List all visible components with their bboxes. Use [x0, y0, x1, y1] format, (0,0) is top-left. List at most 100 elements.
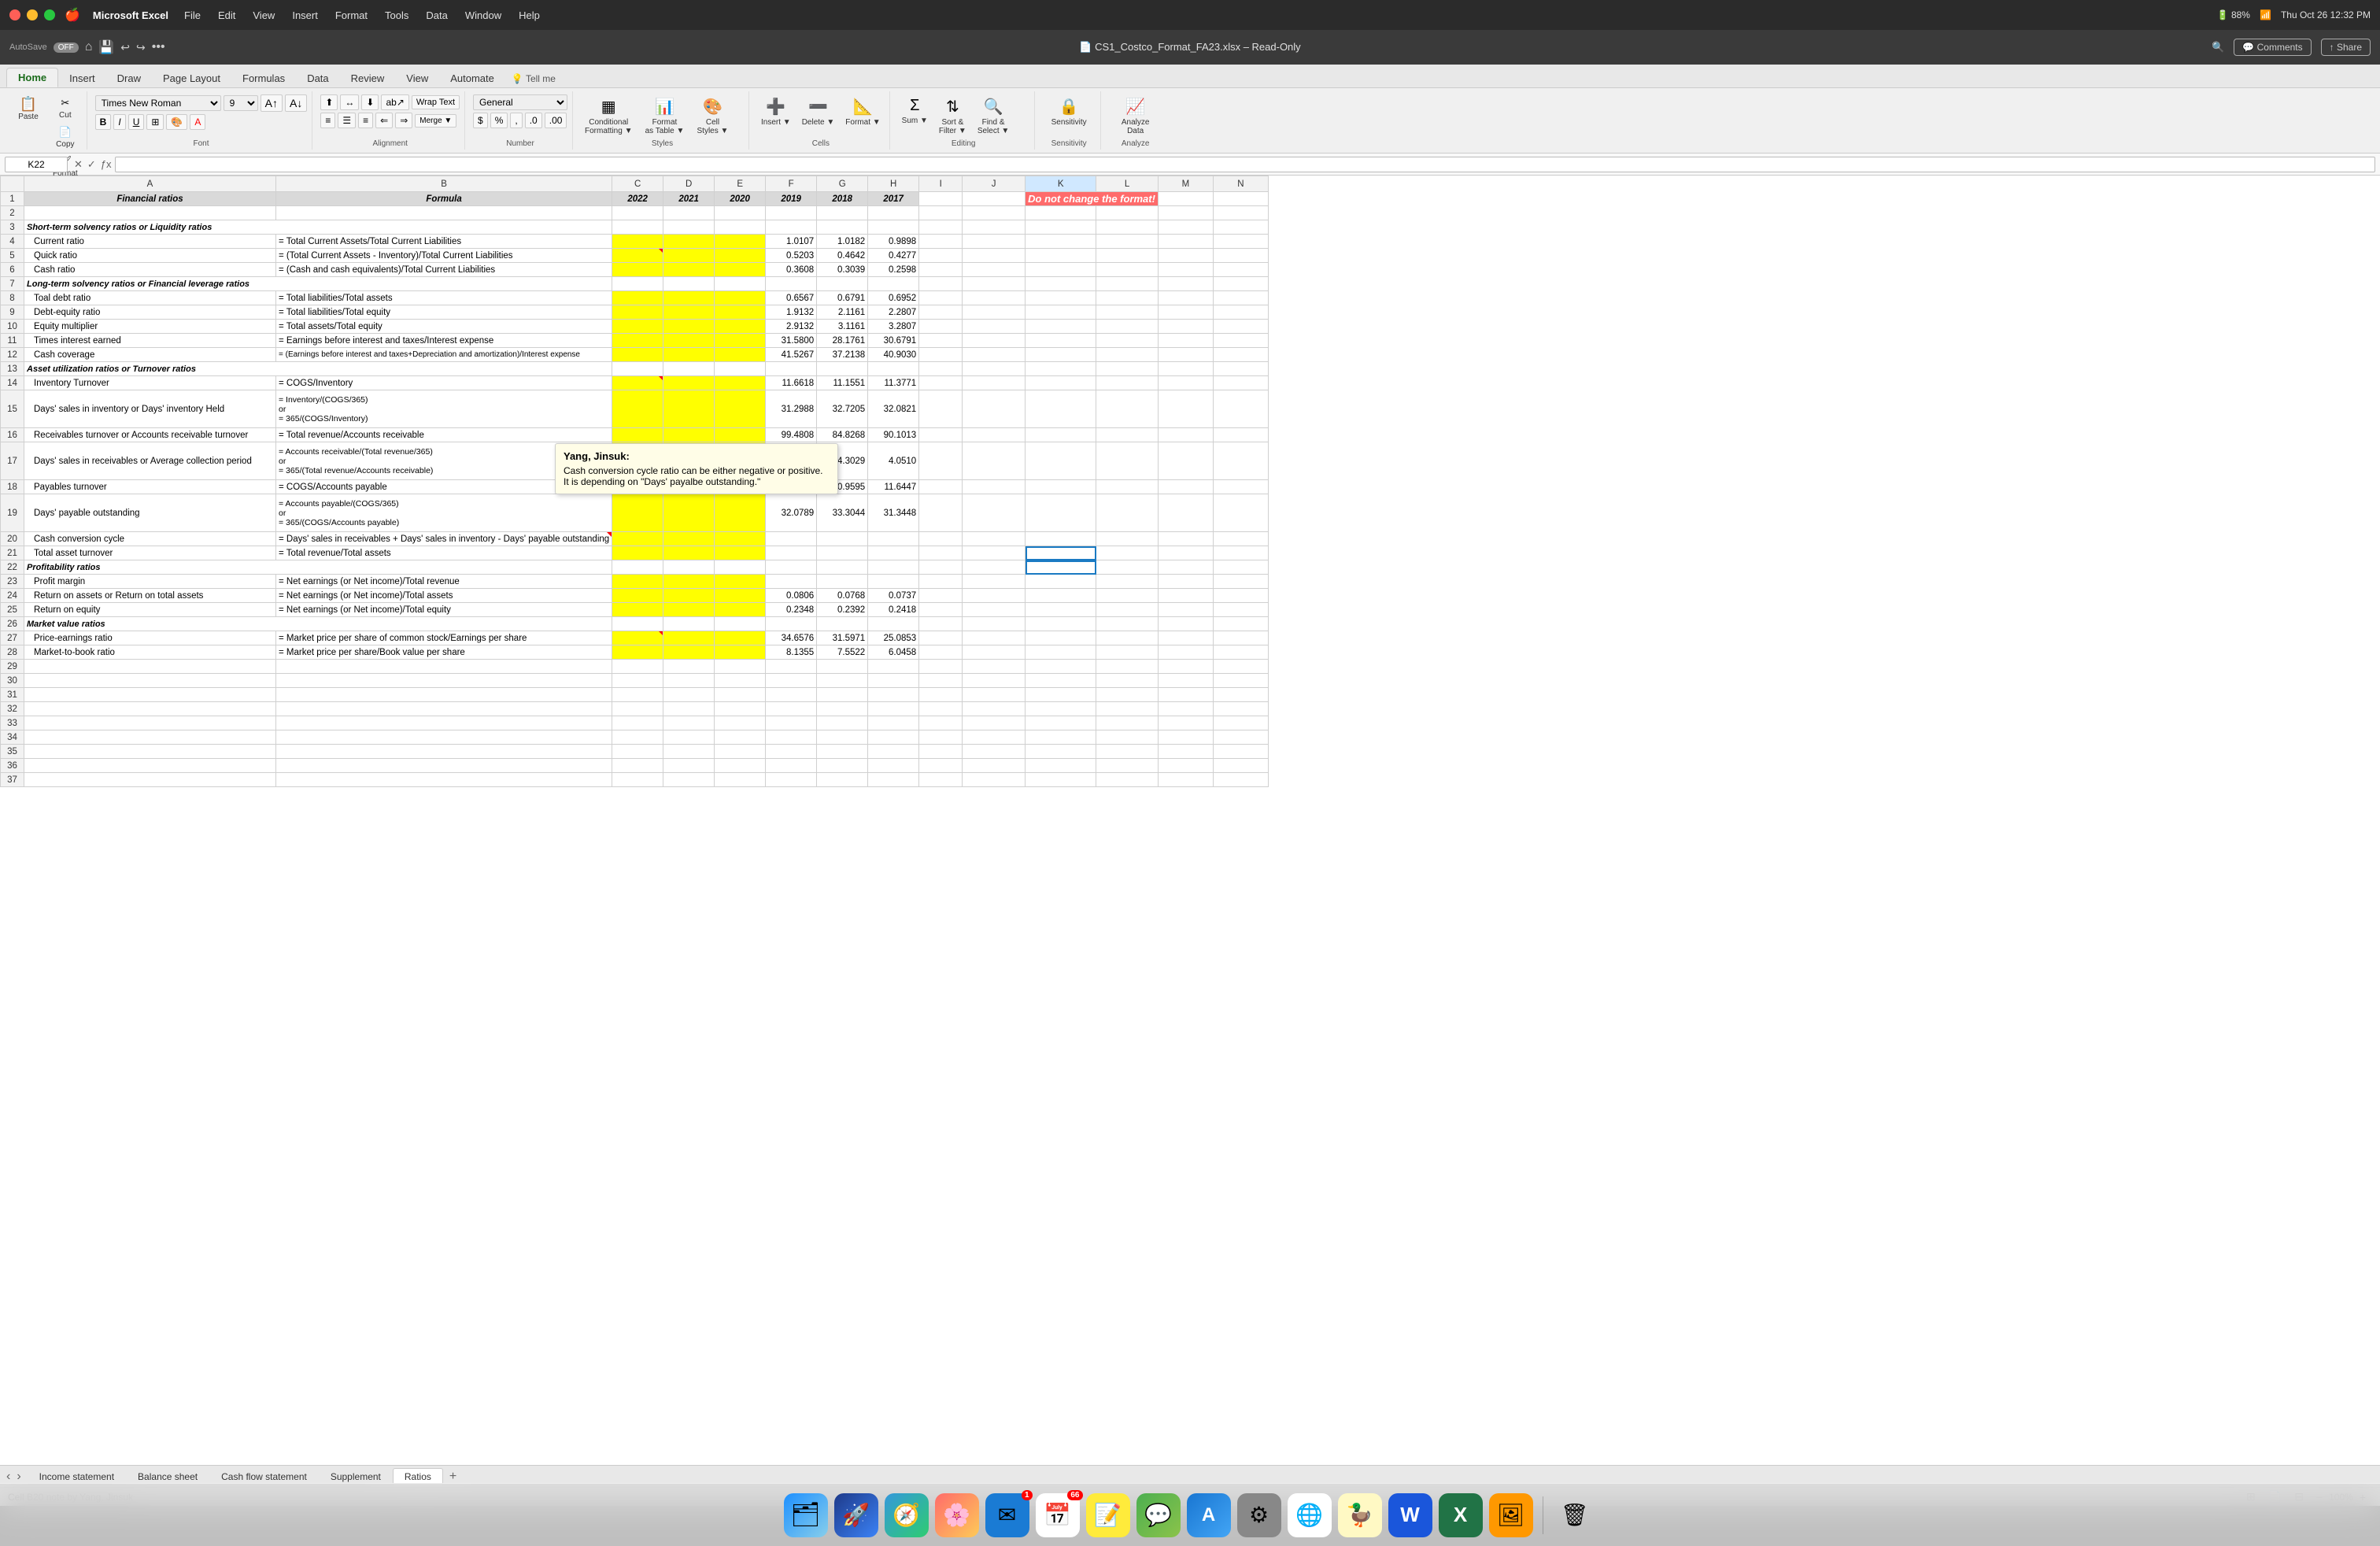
cell-i1[interactable] — [919, 192, 963, 206]
cell-a5[interactable]: Quick ratio — [24, 249, 276, 263]
cell-n1[interactable] — [1213, 192, 1268, 206]
cell-j14[interactable] — [963, 376, 1026, 390]
cell-e9[interactable] — [715, 305, 766, 320]
cell-k4[interactable] — [1026, 235, 1096, 249]
cell-j6[interactable] — [963, 263, 1026, 277]
cell-i4[interactable] — [919, 235, 963, 249]
cell-e20[interactable] — [715, 532, 766, 546]
increase-indent-button[interactable]: ⇒ — [395, 113, 412, 128]
dock-calendar[interactable]: 📅 66 — [1036, 1493, 1080, 1537]
cell-j10[interactable] — [963, 320, 1026, 334]
cell-m12[interactable] — [1158, 348, 1213, 362]
cell-k22[interactable] — [1026, 546, 1096, 560]
menu-format[interactable]: Format — [332, 8, 371, 23]
cell-i6[interactable] — [919, 263, 963, 277]
tab-view[interactable]: View — [395, 69, 439, 87]
cell-i17[interactable] — [919, 442, 963, 480]
cell-l11[interactable] — [1096, 334, 1159, 348]
cell-d22[interactable] — [663, 560, 715, 575]
cell-e21[interactable] — [715, 546, 766, 560]
cell-e1[interactable]: 2020 — [715, 192, 766, 206]
cell-a7[interactable]: Long-term solvency ratios or Financial l… — [24, 277, 612, 291]
cell-f3[interactable] — [766, 220, 817, 235]
cell-n9[interactable] — [1213, 305, 1268, 320]
cell-j27[interactable] — [963, 631, 1026, 645]
cell-e15[interactable] — [715, 390, 766, 428]
cell-b11[interactable]: = Earnings before interest and taxes/Int… — [276, 334, 612, 348]
more-icon[interactable]: ••• — [152, 40, 165, 54]
cell-b10[interactable]: = Total assets/Total equity — [276, 320, 612, 334]
cell-i18[interactable] — [919, 480, 963, 494]
cell-m8[interactable] — [1158, 291, 1213, 305]
cell-g7[interactable] — [817, 277, 868, 291]
fill-color-button[interactable]: 🎨 — [166, 114, 187, 130]
cell-k3[interactable] — [1026, 220, 1096, 235]
col-header-i[interactable]: I — [919, 176, 963, 192]
cell-i8[interactable] — [919, 291, 963, 305]
cell-m5[interactable] — [1158, 249, 1213, 263]
cell-k24[interactable] — [1026, 589, 1096, 603]
cell-i7[interactable] — [919, 277, 963, 291]
cell-c26[interactable] — [612, 617, 663, 631]
cell-m21[interactable] — [1158, 546, 1213, 560]
sensitivity-button[interactable]: 🔒 Sensitivity — [1048, 94, 1091, 129]
cell-b23[interactable]: = Net earnings (or Net income)/Total rev… — [276, 575, 612, 589]
cell-c19[interactable] — [612, 494, 663, 532]
font-size-select[interactable]: 9 — [224, 95, 258, 111]
cell-f12[interactable]: 41.5267 — [766, 348, 817, 362]
cell-d21[interactable] — [663, 546, 715, 560]
dock-system-prefs[interactable]: ⚙ — [1237, 1493, 1281, 1537]
cell-j17[interactable] — [963, 442, 1026, 480]
cell-j5[interactable] — [963, 249, 1026, 263]
cell-d26[interactable] — [663, 617, 715, 631]
cell-n19[interactable] — [1213, 494, 1268, 532]
currency-button[interactable]: $ — [473, 113, 488, 128]
cell-n21[interactable] — [1213, 546, 1268, 560]
col-header-h[interactable]: H — [868, 176, 919, 192]
cell-m28[interactable] — [1158, 645, 1213, 660]
cell-n10[interactable] — [1213, 320, 1268, 334]
cell-i20[interactable] — [919, 532, 963, 546]
cell-f8[interactable]: 0.6567 — [766, 291, 817, 305]
apple-icon[interactable]: 🍎 — [65, 7, 80, 23]
paste-button[interactable]: 📋 Paste — [11, 94, 46, 124]
cell-g1[interactable]: 2018 — [817, 192, 868, 206]
cell-k6[interactable] — [1026, 263, 1096, 277]
cell-j25[interactable] — [963, 603, 1026, 617]
cell-d20[interactable] — [663, 532, 715, 546]
cell-g20[interactable] — [817, 532, 868, 546]
cell-i2[interactable] — [919, 206, 963, 220]
cell-a28[interactable]: Market-to-book ratio — [24, 645, 276, 660]
cell-m7[interactable] — [1158, 277, 1213, 291]
col-header-l[interactable]: L — [1096, 176, 1159, 192]
cell-e10[interactable] — [715, 320, 766, 334]
cell-n12[interactable] — [1213, 348, 1268, 362]
cell-f1[interactable]: 2019 — [766, 192, 817, 206]
tab-page-layout[interactable]: Page Layout — [152, 69, 231, 87]
dock-word[interactable]: W — [1388, 1493, 1432, 1537]
cell-d3[interactable] — [663, 220, 715, 235]
cell-a3[interactable]: Short-term solvency ratios or Liquidity … — [24, 220, 612, 235]
decrease-font-button[interactable]: A↓ — [285, 94, 307, 112]
dock-appstore[interactable]: A — [1187, 1493, 1231, 1537]
cell-m9[interactable] — [1158, 305, 1213, 320]
cell-n17[interactable] — [1213, 442, 1268, 480]
cell-i28[interactable] — [919, 645, 963, 660]
cell-l4[interactable] — [1096, 235, 1159, 249]
minimize-button[interactable] — [27, 9, 38, 20]
cell-styles-button[interactable]: 🎨 CellStyles ▼ — [693, 94, 732, 138]
cell-l27[interactable] — [1096, 631, 1159, 645]
cell-i12[interactable] — [919, 348, 963, 362]
cell-l10[interactable] — [1096, 320, 1159, 334]
cell-h17[interactable]: 4.0510 — [868, 442, 919, 480]
cell-g9[interactable]: 2.1161 — [817, 305, 868, 320]
cell-a8[interactable]: Toal debt ratio — [24, 291, 276, 305]
cell-f28[interactable]: 8.1355 — [766, 645, 817, 660]
tab-review[interactable]: Review — [340, 69, 396, 87]
cell-e22[interactable] — [715, 560, 766, 575]
cell-g24[interactable]: 0.0768 — [817, 589, 868, 603]
cell-e27[interactable] — [715, 631, 766, 645]
save-icon[interactable]: 💾 — [98, 39, 114, 55]
cell-j20[interactable] — [963, 532, 1026, 546]
cell-i23[interactable] — [919, 575, 963, 589]
